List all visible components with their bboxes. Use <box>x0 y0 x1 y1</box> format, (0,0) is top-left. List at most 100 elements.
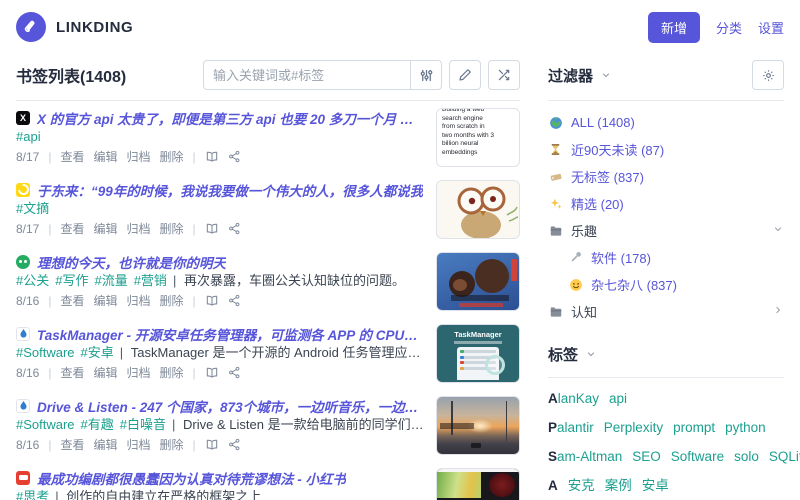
tag-link[interactable]: lanKay <box>558 391 599 406</box>
bookmark-thumbnail[interactable]: TaskManager <box>436 324 520 383</box>
tag-group-letter: A <box>548 478 558 493</box>
bookmark-thumbnail[interactable] <box>436 252 520 311</box>
bookmark-title-link[interactable]: 理想的今天，也许就是你的明天 <box>37 252 226 271</box>
share-icon[interactable] <box>228 438 241 451</box>
bookmark-title-link[interactable]: Drive & Listen - 247 个国家，873个城市，一边听音乐，一边… <box>37 396 424 415</box>
filter-label[interactable]: 精选 (20) <box>571 194 624 213</box>
bookmark-tag[interactable]: #流量 <box>94 273 127 288</box>
reader-mode-icon[interactable] <box>205 366 219 380</box>
bookmark-thumbnail[interactable]: Building a web search engine from scratc… <box>436 108 520 167</box>
share-icon[interactable] <box>228 294 241 307</box>
view-link[interactable]: 查看 <box>60 436 84 453</box>
tag-link[interactable]: prompt <box>673 420 715 435</box>
bookmark-tag[interactable]: #营销 <box>134 273 167 288</box>
filter-label[interactable]: ALL (1408) <box>571 115 635 130</box>
filter-label[interactable]: 软件 (178) <box>591 248 651 267</box>
remove-link[interactable]: 删除 <box>160 148 184 165</box>
filter-settings-button[interactable] <box>752 60 784 90</box>
filter-label[interactable]: 杂七杂八 (837) <box>591 275 677 294</box>
remove-link[interactable]: 删除 <box>160 292 184 309</box>
bookmark-title-link[interactable]: 最成功编剧都很愚蠢因为认真对待荒谬想法 - 小红书 <box>37 468 346 487</box>
tag-link[interactable]: api <box>609 391 627 406</box>
bookmark-tag[interactable]: #写作 <box>55 273 88 288</box>
bookmark-tag[interactable]: #公关 <box>16 273 49 288</box>
tag-group: Sam-AltmanSEOSoftwaresoloSQLitestripeswi… <box>548 446 800 467</box>
filter-item-all[interactable]: ALL (1408) <box>548 109 784 136</box>
edit-link[interactable]: 编辑 <box>94 436 118 453</box>
remove-link[interactable]: 删除 <box>160 436 184 453</box>
tag-group-letter: P <box>548 420 558 435</box>
bookmark-tag[interactable]: #白噪音 <box>120 417 166 432</box>
brand-link[interactable]: LINKDING <box>16 12 133 42</box>
folder-label[interactable]: 认知 <box>571 302 597 321</box>
bookmark-thumbnail[interactable] <box>436 180 520 239</box>
reader-mode-icon[interactable] <box>205 150 219 164</box>
archive-link[interactable]: 归档 <box>127 436 151 453</box>
random-shuffle-button[interactable] <box>488 60 520 90</box>
bookmark-tag[interactable]: #思考 <box>16 489 49 500</box>
share-icon[interactable] <box>228 366 241 379</box>
filter-label[interactable]: 近90天未读 (87) <box>571 140 664 159</box>
bookmark-tag[interactable]: #api <box>16 129 41 144</box>
reader-mode-icon[interactable] <box>205 222 219 236</box>
archive-link[interactable]: 归档 <box>127 220 151 237</box>
filter-item-unread-90d[interactable]: 近90天未读 (87) <box>548 136 784 163</box>
remove-link[interactable]: 删除 <box>160 220 184 237</box>
filter-label[interactable]: 无标签 (837) <box>571 167 644 186</box>
filter-folder-cognition[interactable]: 认知 <box>548 298 784 325</box>
tag-link[interactable]: am-Altman <box>557 449 622 464</box>
view-link[interactable]: 查看 <box>60 292 84 309</box>
archive-link[interactable]: 归档 <box>127 148 151 165</box>
bulk-edit-button[interactable] <box>449 60 481 90</box>
chevron-right-icon[interactable] <box>772 304 784 319</box>
chevron-down-icon[interactable] <box>585 348 597 360</box>
bookmark-title-link[interactable]: TaskManager - 开源安卓任务管理器，可监测各 APP 的 CPU、内… <box>37 324 424 343</box>
bookmark-thumbnail[interactable] <box>436 396 520 455</box>
tag-link[interactable]: alantir <box>557 420 594 435</box>
share-icon[interactable] <box>228 222 241 235</box>
search-input[interactable] <box>203 60 410 90</box>
bookmark-tag[interactable]: #安卓 <box>81 345 114 360</box>
chevron-down-icon[interactable] <box>600 69 612 81</box>
bookmark-tag[interactable]: #有趣 <box>81 417 114 432</box>
filter-item-featured[interactable]: 精选 (20) <box>548 190 784 217</box>
add-bookmark-button[interactable]: 新增 <box>647 11 700 43</box>
share-icon[interactable] <box>228 150 241 163</box>
tag-link[interactable]: python <box>725 420 766 435</box>
tag-link[interactable]: SEO <box>632 449 661 464</box>
bookmark-tag[interactable]: #Software <box>16 345 75 360</box>
reader-mode-icon[interactable] <box>205 438 219 452</box>
reader-mode-icon[interactable] <box>205 294 219 308</box>
bookmark-tag[interactable]: #Software <box>16 417 75 432</box>
edit-link[interactable]: 编辑 <box>94 364 118 381</box>
filter-item-software[interactable]: 软件 (178) <box>548 244 784 271</box>
archive-link[interactable]: 归档 <box>127 292 151 309</box>
tag-link[interactable]: Perplexity <box>604 420 663 435</box>
folder-label[interactable]: 乐趣 <box>571 221 597 240</box>
tag-link[interactable]: solo <box>734 449 759 464</box>
tag-link[interactable]: 安克 <box>568 478 595 493</box>
view-link[interactable]: 查看 <box>60 148 84 165</box>
archive-link[interactable]: 归档 <box>127 364 151 381</box>
edit-link[interactable]: 编辑 <box>94 292 118 309</box>
categories-link[interactable]: 分类 <box>716 18 742 37</box>
search-options-button[interactable] <box>410 60 442 90</box>
tag-link[interactable]: SQLite <box>769 449 800 464</box>
edit-link[interactable]: 编辑 <box>94 148 118 165</box>
chevron-down-icon[interactable] <box>772 223 784 238</box>
view-link[interactable]: 查看 <box>60 364 84 381</box>
bookmark-tag[interactable]: #文摘 <box>16 201 49 216</box>
filter-item-untagged[interactable]: 无标签 (837) <box>548 163 784 190</box>
settings-link[interactable]: 设置 <box>758 18 784 37</box>
tag-link[interactable]: 案例 <box>605 478 632 493</box>
remove-link[interactable]: 删除 <box>160 364 184 381</box>
view-link[interactable]: 查看 <box>60 220 84 237</box>
bookmark-thumbnail[interactable] <box>436 468 520 500</box>
bookmark-title-link[interactable]: X 的官方 api 太贵了，即便是第三方 api 也要 20 多刀一个月 而 t… <box>37 108 424 127</box>
edit-link[interactable]: 编辑 <box>94 220 118 237</box>
filter-folder-fun[interactable]: 乐趣 <box>548 217 784 244</box>
tag-link[interactable]: 安卓 <box>642 478 669 493</box>
filter-item-misc[interactable]: 杂七杂八 (837) <box>548 271 784 298</box>
bookmark-title-link[interactable]: 于东来：“99年的时候，我说我要做一个伟大的人，很多人都说我 <box>37 180 423 199</box>
tag-link[interactable]: Software <box>671 449 724 464</box>
